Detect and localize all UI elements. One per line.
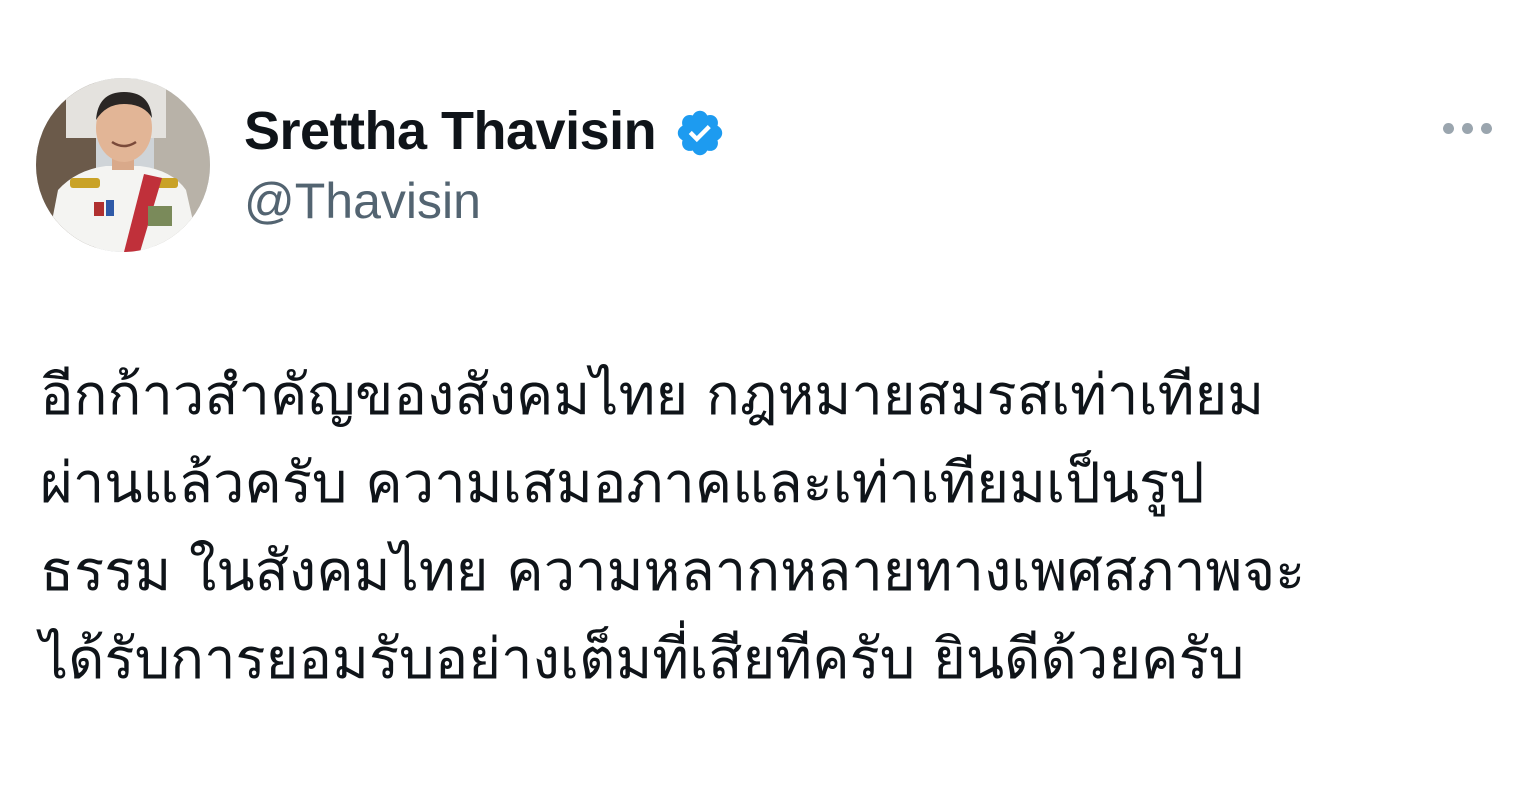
- tweet-text-line: ธรรม ในสังคมไทย ความหลากหลายทางเพศสภาพจะ: [40, 539, 1306, 604]
- avatar-photo: [36, 78, 210, 252]
- tweet-text-line: ได้รับการยอมรับอย่างเต็มที่เสียทีครับ ยิ…: [40, 627, 1245, 692]
- tweet-text-line: ผ่านแล้วครับ ความเสมอภาคและเท่าเทียมเป็น…: [40, 451, 1205, 516]
- author-handle[interactable]: @Thavisin: [244, 172, 481, 230]
- more-options-button[interactable]: [1432, 110, 1502, 146]
- more-horizontal-icon: [1442, 122, 1454, 134]
- tweet-text: อีกก้าวสำคัญของสังคมไทย กฎหมายสมรสเท่าเท…: [40, 352, 1500, 704]
- tweet: Srettha Thavisin @Thavisin อีกก้าวสำคัญข…: [0, 0, 1536, 788]
- more-horizontal-icon: [1480, 122, 1492, 134]
- verified-badge-icon[interactable]: [674, 107, 726, 159]
- author-avatar[interactable]: [36, 78, 210, 252]
- author-display-name[interactable]: Srettha Thavisin: [244, 100, 657, 162]
- tweet-text-line: อีกก้าวสำคัญของสังคมไทย กฎหมายสมรสเท่าเท…: [40, 363, 1265, 428]
- author-name-row: Srettha Thavisin: [244, 96, 726, 166]
- more-horizontal-icon: [1461, 122, 1473, 134]
